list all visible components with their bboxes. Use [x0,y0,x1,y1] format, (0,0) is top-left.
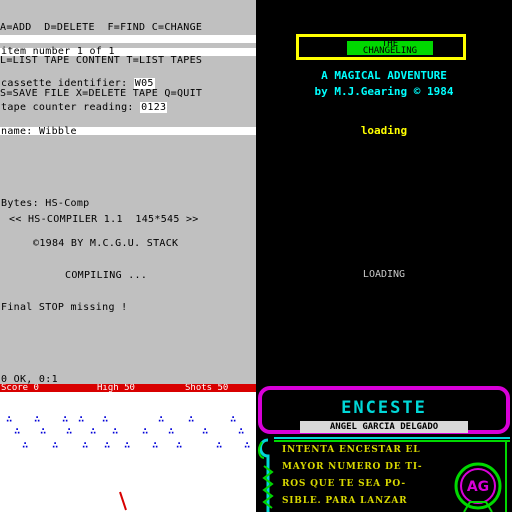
instructions-line-2: MAYOR NUMERO DE TI- [282,462,423,472]
name-field[interactable]: Wibble [39,126,77,137]
invader-sprite: ∴ [40,426,47,437]
counter-label: tape counter reading: [1,102,134,113]
invader-sprite: ∴ [142,426,149,437]
title-line-2: CHANGELING [362,46,418,56]
invader-sprite: ∴ [158,414,165,425]
invader-sprite: ∴ [34,414,41,425]
error-line: Final STOP missing ! [1,302,128,313]
high-score-label: High 50 [97,384,135,393]
invader-sprite: ∴ [90,426,97,437]
menu-line-3: S=SAVE FILE X=DELETE TAPE Q=QUIT [0,88,203,99]
invader-sprite: ∴ [152,440,159,451]
instructions-line-1: INTENTA ENCESTAR EL [282,445,421,455]
invader-sprite: ∴ [112,426,119,437]
invader-sprite: ∴ [82,440,89,451]
loading-text-yellow: loading [360,124,408,137]
item-number-label: item number 1 of 1 [1,46,115,57]
invader-sprite: ∴ [66,426,73,437]
enceste-panel: ENCESTE ANGEL GARCIA DELGADO INTENTA ENC… [256,384,512,512]
bytes-line: Bytes: HS-Comp [1,198,90,209]
name-row: name: Wibble [1,126,77,137]
badge-text: AG [467,479,489,495]
invader-sprite: ∴ [6,414,13,425]
invader-sprite: ∴ [14,426,21,437]
invader-sprite: ∴ [104,440,111,451]
name-label: name: [1,126,33,137]
invader-sprite: ∴ [244,440,251,451]
compiling-line: COMPILING ... [65,270,148,281]
ag-badge-icon: AG [454,462,502,512]
instructions-line-3: ROS QUE TE SEA PO- [282,479,406,489]
counter-row: tape counter reading: 0123 [1,102,168,113]
divider-bar [0,35,256,43]
invader-sprite: ∴ [78,414,85,425]
author-banner: ANGEL GARCIA DELGADO [300,421,468,433]
invader-sprite: ∴ [188,414,195,425]
author-line: by M.J.Gearing © 1984 [314,85,454,98]
counter-field[interactable]: 0123 [140,102,168,113]
cassette-row: cassette identifier: W05 [1,78,155,89]
invader-sprite: ∴ [238,426,245,437]
cannon-icon [119,491,127,511]
score-label: Score 0 [1,384,39,393]
loading-text-white: LOADING [362,269,406,280]
compiler-line: << HS-COMPILER 1.1 145*545 >> [9,214,199,225]
copyright-line: ©1984 BY M.C.G.U. STACK [33,238,179,249]
cassette-field[interactable]: W05 [133,78,155,89]
shooter-game-panel: Score 0 High 50 Shots 50 ∴ ∴ ∴ ∴ ∴ ∴ ∴ ∴ ∴ ∴ ∴ ∴ ∴ ∴ ∴… [0,384,256,512]
shots-label: Shots 50 [185,384,229,393]
game-title-block: THE CHANGELING [347,40,433,56]
instructions-line-4: SIBLE. PARA LANZAR [282,496,408,506]
invader-sprite: ∴ [168,426,175,437]
invader-sprite: ∴ [102,414,109,425]
tape-manager-panel: A=ADD D=DELETE F=FIND C=CHANGE L=LIST TA… [0,0,256,392]
instructions-text: INTENTA ENCESTAR EL MAYOR NUMERO DE TI- … [282,442,452,510]
menu-line-1: A=ADD D=DELETE F=FIND C=CHANGE [0,22,203,33]
score-hud: Score 0 High 50 Shots 50 [0,384,256,393]
invader-sprite: ∴ [230,414,237,425]
invader-sprite: ∴ [176,440,183,451]
cassette-label: cassette identifier: [1,78,128,89]
game-title: ENCESTE [341,398,427,418]
invader-sprite: ∴ [22,440,29,451]
invader-sprite: ∴ [62,414,69,425]
invader-sprite: ∴ [202,426,209,437]
invader-sprite: ∴ [216,440,223,451]
invader-sprite: ∴ [52,440,59,451]
subtitle: A MAGICAL ADVENTURE [321,69,447,82]
title-frame: THE CHANGELING [296,34,466,60]
invader-sprite: ∴ [124,440,131,451]
changeling-loader-panel: THE CHANGELING A MAGICAL ADVENTURE by M.… [256,0,512,392]
